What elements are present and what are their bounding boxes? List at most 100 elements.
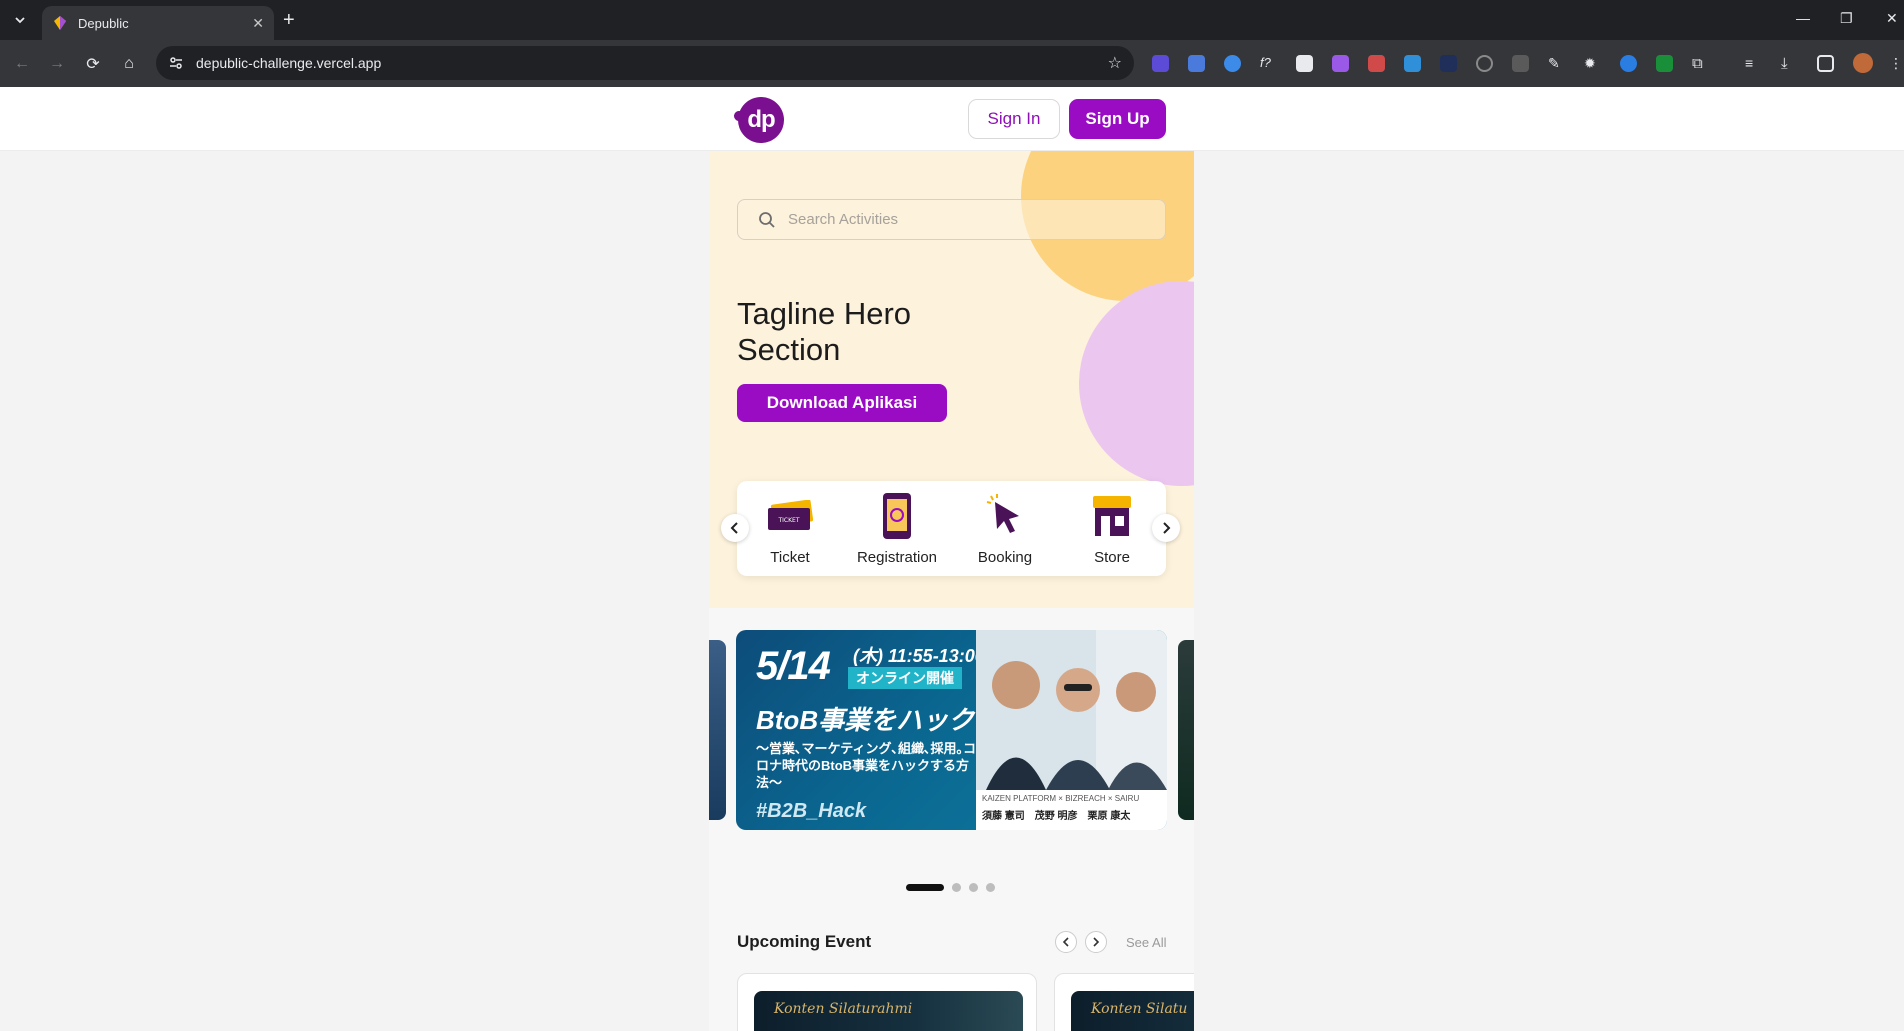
sign-up-button[interactable]: Sign Up bbox=[1069, 99, 1166, 139]
chevron-right-icon bbox=[1093, 937, 1100, 947]
chevron-left-icon bbox=[730, 522, 738, 534]
category-ticket[interactable]: TICKET Ticket bbox=[740, 491, 840, 566]
category-carousel: TICKET Ticket Registration Booking Store bbox=[721, 481, 1180, 576]
upcoming-prev-button[interactable] bbox=[1055, 931, 1077, 953]
cursor-booking-icon bbox=[986, 494, 1019, 533]
chevron-right-icon bbox=[1163, 522, 1171, 534]
category-booking[interactable]: Booking bbox=[955, 491, 1055, 566]
tab-search-dropdown[interactable] bbox=[8, 8, 32, 32]
download-app-button[interactable]: Download Aplikasi bbox=[737, 384, 947, 422]
bookmark-star-icon[interactable]: ☆ bbox=[1108, 53, 1122, 73]
extension-icon-11[interactable] bbox=[1512, 55, 1529, 72]
reload-icon[interactable]: ⟳ bbox=[81, 52, 105, 76]
media-controls-icon[interactable]: ≡ bbox=[1745, 55, 1762, 72]
minimize-button[interactable]: — bbox=[1796, 10, 1810, 26]
see-all-link[interactable]: See All bbox=[1126, 935, 1166, 950]
banner-sponsors: KAIZEN PLATFORM × BIZREACH × SAIRU bbox=[982, 794, 1140, 803]
side-panel-icon[interactable] bbox=[1817, 55, 1834, 72]
event-card[interactable]: Konten Silaturahmi bbox=[737, 973, 1037, 1031]
browser-menu-icon[interactable]: ⋮ bbox=[1889, 55, 1904, 72]
dp-logo[interactable]: dp bbox=[738, 97, 784, 143]
hero-tagline: Tagline Hero Section bbox=[737, 296, 912, 367]
web-page: dp Sign In Sign Up Search Activities Tag… bbox=[0, 87, 1904, 1031]
chevron-left-icon bbox=[1062, 937, 1069, 947]
extension-icon-15[interactable] bbox=[1656, 55, 1673, 72]
logo-text: dp bbox=[747, 106, 775, 133]
depublic-favicon-icon bbox=[54, 16, 66, 30]
speakers-photo bbox=[976, 630, 1167, 790]
restore-button[interactable]: ❐ bbox=[1840, 10, 1853, 27]
event-card-image: Konten Silatu bbox=[1071, 991, 1194, 1031]
carousel-pagination bbox=[906, 883, 995, 892]
profile-avatar[interactable] bbox=[1853, 53, 1873, 73]
extension-icon-3[interactable] bbox=[1224, 55, 1241, 72]
main-column: Search Activities Tagline Hero Section D… bbox=[709, 151, 1194, 1031]
banner-date: 5/14 bbox=[756, 644, 831, 688]
event-card-image: Konten Silaturahmi bbox=[754, 991, 1023, 1031]
extension-icon-8[interactable] bbox=[1404, 55, 1421, 72]
category-label: Registration bbox=[856, 549, 938, 566]
browser-toolbar: ← → ⟳ ⌂ depublic-challenge.vercel.app ☆ … bbox=[0, 40, 1904, 87]
ticket-icon: TICKET bbox=[768, 500, 814, 530]
extensions-puzzle-icon[interactable]: ⧉ bbox=[1692, 55, 1709, 72]
search-input[interactable]: Search Activities bbox=[737, 199, 1166, 240]
back-arrow-icon[interactable]: ← bbox=[10, 52, 34, 76]
category-store[interactable]: Store bbox=[1062, 491, 1162, 566]
site-settings-icon[interactable] bbox=[168, 55, 184, 71]
pagination-dot-1[interactable] bbox=[906, 884, 944, 891]
gear-icon[interactable]: ✹ bbox=[1584, 55, 1601, 72]
chevron-down-icon bbox=[15, 17, 25, 24]
category-label: Store bbox=[1094, 549, 1130, 566]
pagination-dot-3[interactable] bbox=[969, 883, 978, 892]
search-icon bbox=[759, 211, 775, 228]
event-image-text: Konten Silatu bbox=[1091, 1001, 1188, 1017]
extension-icon-6[interactable] bbox=[1332, 55, 1349, 72]
extension-fx-icon[interactable]: f? bbox=[1260, 55, 1277, 72]
category-label: Ticket bbox=[770, 549, 810, 566]
upcoming-next-button[interactable] bbox=[1085, 931, 1107, 953]
browser-tab-bar: Depublic ✕ + — ❐ ✕ bbox=[0, 0, 1904, 40]
banner-speakers: 須藤 憲司 茂野 明彦 栗原 康太 bbox=[982, 811, 1131, 822]
new-tab-button[interactable]: + bbox=[283, 9, 295, 31]
upcoming-events-section: Upcoming Event See All Konten Silaturahm… bbox=[709, 922, 1194, 1031]
pagination-dot-4[interactable] bbox=[986, 883, 995, 892]
event-card[interactable]: Konten Silatu bbox=[1054, 973, 1194, 1031]
close-window-button[interactable]: ✕ bbox=[1886, 10, 1898, 27]
tab-title: Depublic bbox=[78, 15, 129, 31]
hero-section: Search Activities Tagline Hero Section D… bbox=[709, 151, 1194, 608]
banner-prev-peek[interactable] bbox=[709, 640, 726, 820]
eyedropper-icon[interactable]: ✎ bbox=[1548, 55, 1565, 72]
store-icon bbox=[1093, 496, 1131, 536]
decorative-pink-circle bbox=[1079, 281, 1194, 486]
banner-title: BtoB事業をハック bbox=[756, 705, 975, 735]
phone-registration-icon bbox=[883, 493, 911, 539]
extension-icon-5[interactable] bbox=[1296, 55, 1313, 72]
banner-speakers-footer: KAIZEN PLATFORM × BIZREACH × SAIRU 須藤 憲司… bbox=[976, 790, 1167, 830]
extension-icon-14[interactable] bbox=[1620, 55, 1637, 72]
extension-icon-7[interactable] bbox=[1368, 55, 1385, 72]
category-next-arrow[interactable] bbox=[1152, 514, 1180, 542]
category-registration[interactable]: Registration bbox=[847, 491, 947, 566]
url-text: depublic-challenge.vercel.app bbox=[196, 55, 382, 71]
svg-text:TICKET: TICKET bbox=[777, 517, 799, 524]
banner-online-badge: オンライン開催 bbox=[848, 667, 962, 689]
banner-next-peek[interactable] bbox=[1178, 640, 1194, 820]
tab-close-icon[interactable]: ✕ bbox=[252, 15, 264, 32]
banner-slide[interactable]: 5/14 (木) 11:55-13:00 オンライン開催 BtoB事業をハック … bbox=[736, 630, 1167, 830]
extension-icon-1[interactable] bbox=[1152, 55, 1169, 72]
event-image-text: Konten Silaturahmi bbox=[774, 1001, 913, 1017]
address-bar[interactable]: depublic-challenge.vercel.app ☆ bbox=[156, 46, 1134, 80]
banner-carousel: 5/14 (木) 11:55-13:00 オンライン開催 BtoB事業をハック … bbox=[709, 620, 1194, 910]
banner-subtitle: 〜営業､マーケティング､組織､採用｡コロナ時代のBtoB事業をハックする方法〜 bbox=[756, 741, 976, 790]
browser-tab[interactable]: Depublic ✕ bbox=[42, 6, 274, 40]
extension-icon-2[interactable] bbox=[1188, 55, 1205, 72]
category-label: Booking bbox=[977, 549, 1033, 566]
extension-icon-9[interactable] bbox=[1440, 55, 1457, 72]
extension-icon-10[interactable] bbox=[1476, 55, 1493, 72]
search-placeholder: Search Activities bbox=[788, 211, 899, 228]
sign-in-button[interactable]: Sign In bbox=[968, 99, 1060, 139]
forward-arrow-icon[interactable]: → bbox=[45, 52, 69, 76]
home-icon[interactable]: ⌂ bbox=[117, 52, 141, 76]
download-icon[interactable]: ⤓ bbox=[1781, 55, 1798, 72]
pagination-dot-2[interactable] bbox=[952, 883, 961, 892]
